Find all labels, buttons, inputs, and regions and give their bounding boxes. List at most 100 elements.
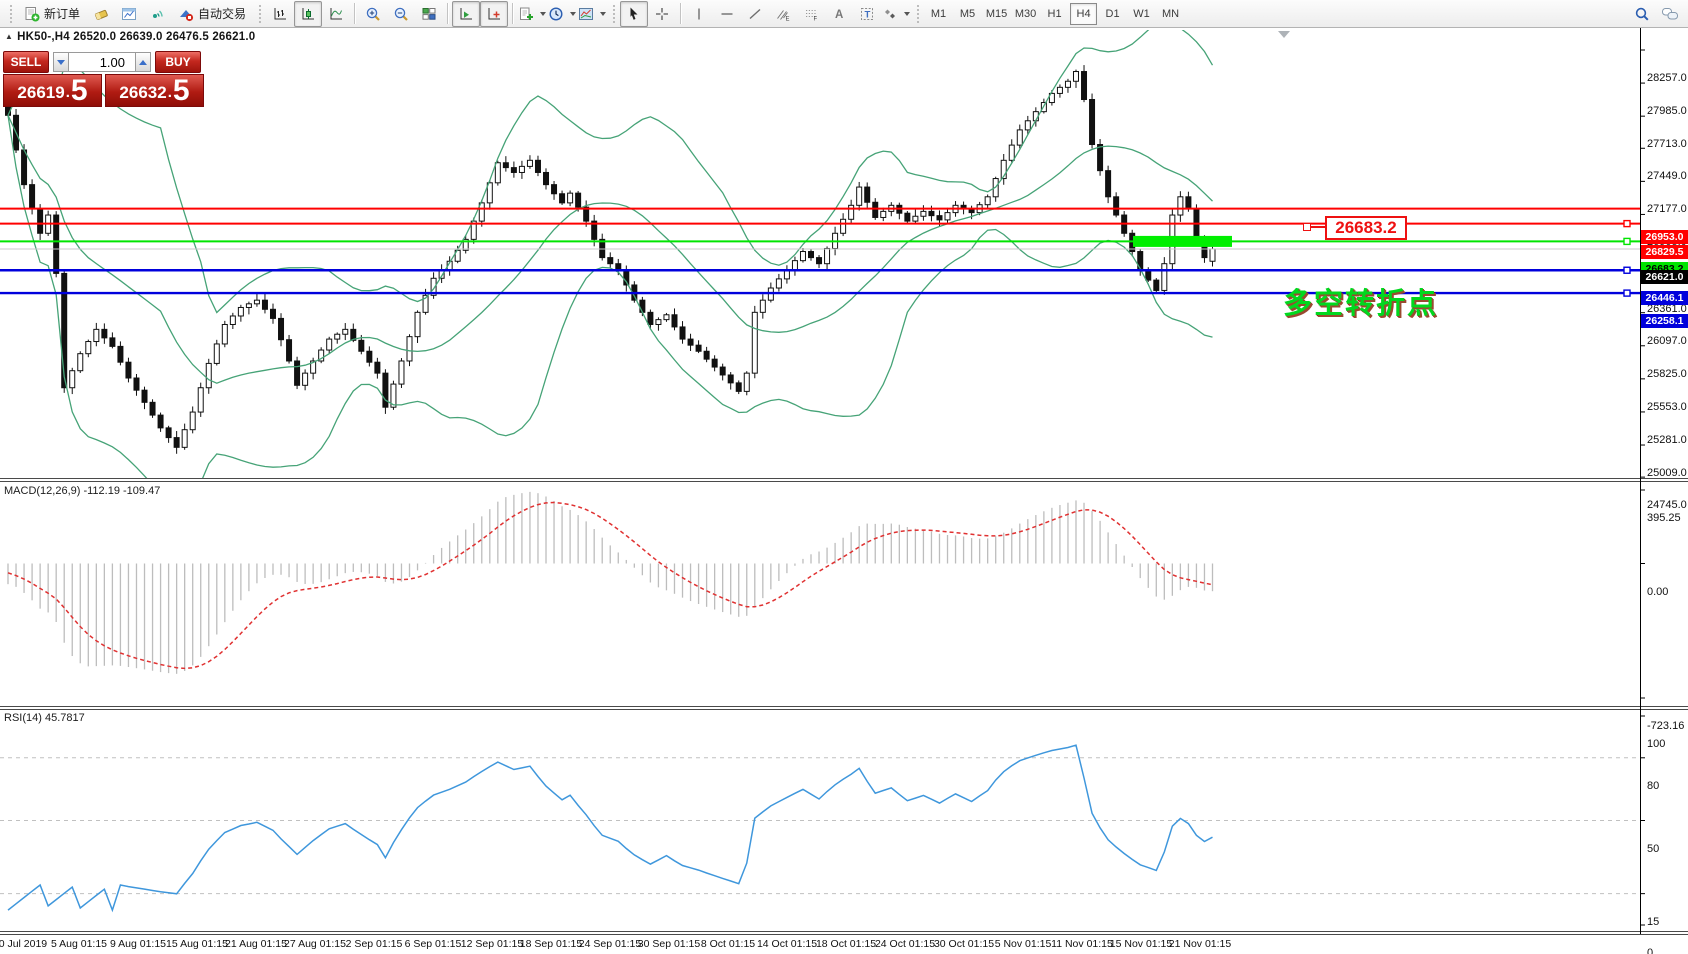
autotrading-label: 自动交易 (198, 5, 246, 22)
callout-connector (1309, 226, 1325, 228)
date-label: 11 Nov 01:15 (1051, 938, 1113, 950)
auto-scroll-button[interactable] (452, 1, 480, 27)
zoom-in-button[interactable] (359, 1, 387, 27)
toolbar-grip[interactable] (257, 3, 262, 24)
volume-input[interactable] (69, 52, 135, 72)
arrows-tool-button[interactable] (881, 1, 911, 27)
horizontal-line-tool-button[interactable] (713, 1, 741, 27)
price-tick-label: 25009.0 (1647, 466, 1687, 480)
indicators-icon (518, 6, 534, 22)
chart-window-button[interactable] (115, 1, 143, 27)
sell-price-main: 26619 (17, 81, 64, 105)
date-label: 5 Nov 01:15 (995, 938, 1052, 950)
templates-button[interactable] (577, 1, 607, 27)
tf-mn-button[interactable]: MN (1157, 3, 1184, 25)
tf-h4-button[interactable]: H4 (1070, 3, 1097, 25)
chart-canvas[interactable] (0, 28, 1688, 954)
price-tick-label: 0.00 (1647, 585, 1668, 599)
candlestick-chart-icon (300, 6, 316, 22)
tile-windows-button[interactable] (415, 1, 443, 27)
tf-m30-button[interactable]: M30 (1012, 3, 1039, 25)
price-tag: 26953.0 (1641, 230, 1688, 244)
price-tick-label: 27177.0 (1647, 202, 1687, 216)
sell-button[interactable]: SELL (3, 51, 49, 73)
buy-price-display[interactable]: 26632.5 (105, 74, 204, 107)
buy-button[interactable]: BUY (155, 51, 201, 73)
text-tool-button[interactable]: A (825, 1, 853, 27)
chart-area[interactable]: ▲HK50-,H4 26520.0 26639.0 26476.5 26621.… (0, 28, 1688, 954)
sell-price-display[interactable]: 26619.5 (3, 74, 102, 107)
horizontal-line-icon (719, 6, 735, 22)
cursor-button[interactable] (620, 1, 648, 27)
equidistant-channel-tool-button[interactable]: E (769, 1, 797, 27)
zoom-out-button[interactable] (387, 1, 415, 27)
vertical-line-tool-button[interactable] (685, 1, 713, 27)
svg-text:E: E (786, 16, 790, 22)
candlestick-chart-button[interactable] (294, 1, 322, 27)
date-label: 8 Oct 01:15 (701, 938, 755, 950)
tile-windows-icon (421, 6, 437, 22)
date-label: 21 Nov 01:15 (1169, 938, 1231, 950)
price-tick-label: 27449.0 (1647, 169, 1687, 183)
text-a-icon: A (831, 6, 847, 22)
toolbar-grip[interactable] (611, 3, 616, 24)
chart-shift-marker-icon[interactable] (1278, 31, 1290, 38)
toolbar-grip[interactable] (8, 3, 13, 24)
price-tick-label: -723.16 (1647, 719, 1684, 733)
auto-scroll-icon (458, 6, 474, 22)
tf-w1-button[interactable]: W1 (1128, 3, 1155, 25)
indicators-button[interactable] (517, 1, 547, 27)
date-label: 27 Aug 01:15 (284, 938, 346, 950)
date-label: 30 Sep 01:15 (638, 938, 700, 950)
eraser-button[interactable] (87, 1, 115, 27)
price-tick-label: 15 (1647, 915, 1659, 929)
rsi-indicator-label: RSI(14) 45.7817 (4, 712, 85, 724)
panel-collapse-icon[interactable]: ▲ (5, 32, 13, 41)
callout-anchor[interactable] (1303, 223, 1311, 231)
autotrading-button[interactable]: 自动交易 (171, 1, 253, 27)
tf-d1-button[interactable]: D1 (1099, 3, 1126, 25)
tf-h1-button[interactable]: H1 (1041, 3, 1068, 25)
toolbar-grip[interactable] (915, 3, 920, 24)
price-tick-label: 27985.0 (1647, 104, 1687, 118)
line-chart-button[interactable] (322, 1, 350, 27)
tf-m15-button[interactable]: M15 (983, 3, 1010, 25)
price-tick-label: 80 (1647, 779, 1659, 793)
toolbar: 新订单 (0, 0, 1688, 28)
date-label: 30 Oct 01:15 (934, 938, 994, 950)
volume-increase-button[interactable] (135, 52, 151, 72)
rsi-pane (0, 745, 1640, 910)
zoom-in-icon (365, 6, 381, 22)
tf-m5-button[interactable]: M5 (954, 3, 981, 25)
trendline-tool-button[interactable] (741, 1, 769, 27)
fibonacci-tool-button[interactable]: F (797, 1, 825, 27)
rsi-line (8, 745, 1213, 910)
periods-button[interactable] (547, 1, 577, 27)
price-callout-label[interactable]: 26683.2 (1325, 216, 1407, 240)
date-label: 15 Aug 01:15 (166, 938, 228, 950)
green-zone-highlight[interactable] (1133, 236, 1232, 247)
crosshair-button[interactable] (648, 1, 676, 27)
tf-m1-button[interactable]: M1 (925, 3, 952, 25)
decimal-dot: . (66, 81, 70, 105)
chart-shift-button[interactable] (480, 1, 508, 27)
text-label-tool-button[interactable]: T (853, 1, 881, 27)
bar-chart-button[interactable] (266, 1, 294, 27)
macd-signal-line (8, 503, 1213, 669)
chat-icon (1661, 6, 1679, 22)
dropdown-caret (600, 12, 606, 16)
equidistant-channel-icon: E (775, 6, 791, 22)
one-click-trading-panel: SELL BUY 26619.5 26632.5 (3, 51, 209, 107)
volume-decrease-button[interactable] (53, 52, 69, 72)
signal-button[interactable] (143, 1, 171, 27)
text-label-icon: T (859, 6, 875, 22)
price-tag: 26829.5 (1641, 245, 1688, 259)
search-button[interactable] (1628, 1, 1656, 27)
chat-button[interactable] (1656, 1, 1684, 27)
autotrading-icon (178, 6, 194, 22)
date-label: 5 Aug 01:15 (51, 938, 107, 950)
new-order-button[interactable]: 新订单 (17, 1, 87, 27)
mt4-window: 新订单 (0, 0, 1688, 954)
chart-window-icon (121, 6, 137, 22)
signal-icon (149, 6, 165, 22)
